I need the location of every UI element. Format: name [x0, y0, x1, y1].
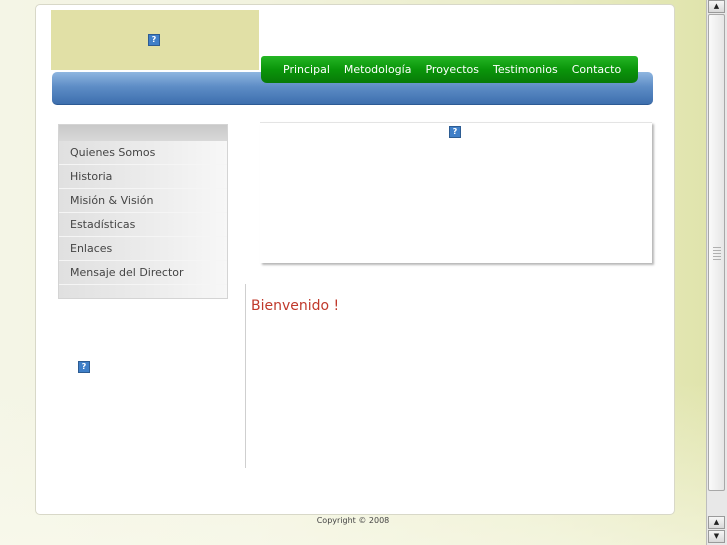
welcome-heading: Bienvenido !	[251, 298, 340, 314]
scroll-down-icon[interactable]: ▼	[708, 530, 725, 543]
broken-image-icon: ?	[78, 361, 90, 373]
sidebar-item-mision-vision[interactable]: Misión & Visión	[59, 189, 227, 213]
sidebar-item-enlaces[interactable]: Enlaces	[59, 237, 227, 261]
sidebar-item-estadisticas[interactable]: Estadísticas	[59, 213, 227, 237]
nav-item-metodologia[interactable]: Metodología	[344, 63, 412, 76]
sidebar-menu: Quienes Somos Historia Misión & Visión E…	[58, 124, 228, 299]
main-nav: Principal Metodología Proyectos Testimon…	[261, 56, 638, 83]
logo-area: ?	[51, 10, 259, 70]
sidebar-item-quienes-somos[interactable]: Quienes Somos	[59, 141, 227, 165]
nav-item-proyectos[interactable]: Proyectos	[425, 63, 479, 76]
nav-item-testimonios[interactable]: Testimonios	[493, 63, 558, 76]
scroll-up-icon[interactable]: ▲	[708, 0, 725, 13]
vertical-scrollbar[interactable]: ▲ ▲ ▼	[706, 0, 727, 545]
broken-image-icon: ?	[148, 34, 160, 46]
nav-item-principal[interactable]: Principal	[283, 63, 330, 76]
nav-item-contacto[interactable]: Contacto	[572, 63, 622, 76]
sidebar-item-mensaje-director[interactable]: Mensaje del Director	[59, 261, 227, 285]
grip-icon	[713, 247, 721, 261]
sidebar-header	[59, 125, 227, 141]
banner-panel: ?	[260, 122, 652, 263]
scroll-thumb[interactable]	[708, 14, 725, 491]
content-divider	[245, 284, 246, 468]
scroll-up-icon[interactable]: ▲	[708, 516, 725, 529]
broken-image-icon: ?	[449, 126, 461, 138]
sidebar-item-historia[interactable]: Historia	[59, 165, 227, 189]
copyright-text: Copyright © 2008	[316, 516, 390, 525]
